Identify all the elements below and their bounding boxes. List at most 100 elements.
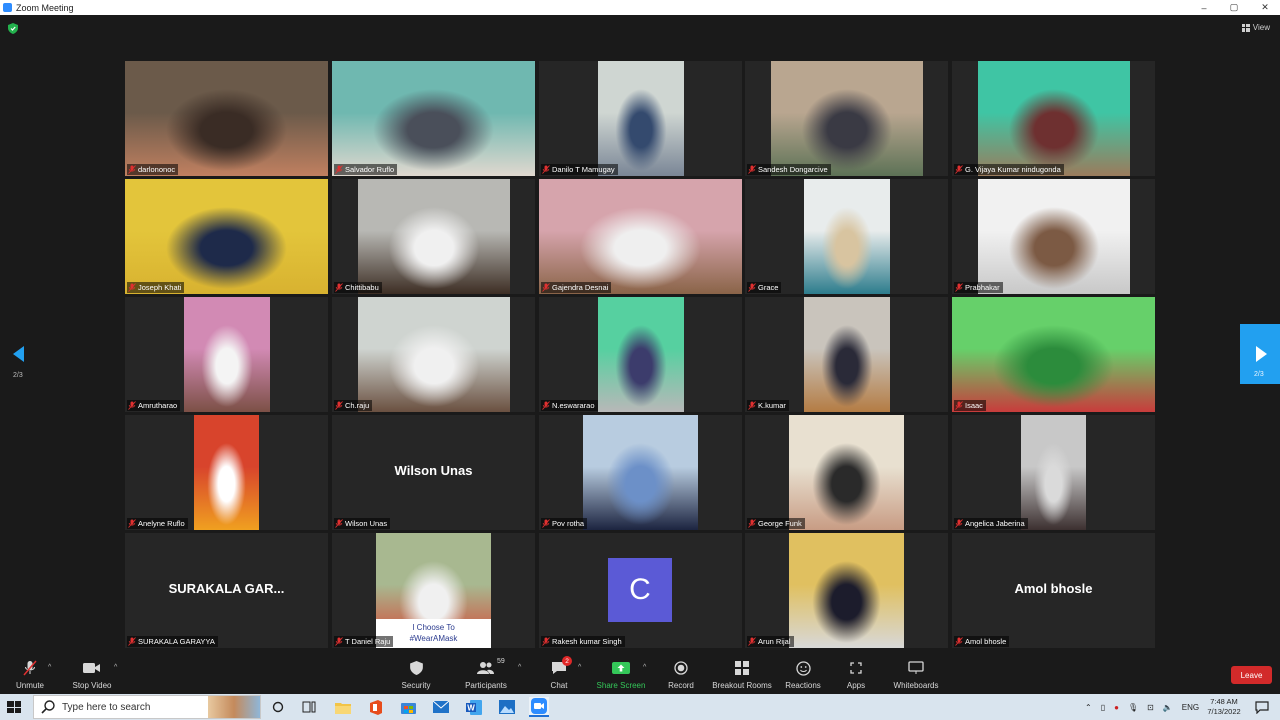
- participant-name: Angelica Jaberina: [965, 519, 1025, 528]
- participant-tile[interactable]: Salvador Ruflo: [332, 61, 535, 176]
- security-shield-icon: [407, 660, 425, 676]
- whiteboards-button[interactable]: Whiteboards: [881, 660, 951, 690]
- encryption-shield-icon[interactable]: [8, 23, 18, 34]
- task-view-icon[interactable]: [299, 697, 319, 717]
- video-options-caret[interactable]: ^: [114, 664, 122, 671]
- participant-tile[interactable]: Gajendra Desnai: [539, 179, 742, 294]
- participant-tile[interactable]: Wilson Unas Wilson Unas: [332, 415, 535, 530]
- participant-name: Grace: [758, 283, 779, 292]
- muted-mic-icon: [955, 637, 963, 646]
- volume-tray-icon[interactable]: 🔈: [1163, 703, 1173, 712]
- participant-name-label: Amol bhosle: [954, 636, 1010, 647]
- muted-mic-icon: [542, 519, 550, 528]
- participant-name-label: Danilo T Mamugay: [541, 164, 618, 175]
- clock-date: 7/13/2022: [1207, 707, 1241, 716]
- participant-name-label: SURAKALA GARAYYA: [127, 636, 218, 647]
- participants-button[interactable]: 59 Participants: [451, 658, 521, 690]
- participant-tile[interactable]: Amol bhosle Amol bhosle: [952, 533, 1155, 648]
- taskbar-clock[interactable]: 7:48 AM 7/13/2022: [1203, 697, 1245, 717]
- participant-name: Sandesh Dongarcive: [758, 165, 828, 174]
- participant-name: Chittibabu: [345, 283, 379, 292]
- breakout-rooms-button[interactable]: Breakout Rooms: [707, 660, 777, 690]
- microsoft-store-icon[interactable]: [398, 697, 418, 717]
- participant-avatar: C: [608, 558, 672, 622]
- mail-icon[interactable]: [431, 697, 451, 717]
- clock-time: 7:48 AM: [1210, 697, 1238, 706]
- zoom-taskbar-icon[interactable]: [529, 697, 549, 717]
- maximize-button[interactable]: ▢: [1219, 0, 1249, 15]
- participant-name: Isaac: [965, 401, 983, 410]
- participant-tile[interactable]: darlononoc: [125, 61, 328, 176]
- participant-tile[interactable]: SURAKALA GAR... SURAKALA GARAYYA: [125, 533, 328, 648]
- participant-tile[interactable]: I Choose To #WearAMask T Daniel Raju: [332, 533, 535, 648]
- search-input[interactable]: [62, 701, 202, 713]
- participant-name: K.kumar: [758, 401, 786, 410]
- muted-mic-icon: [748, 165, 756, 174]
- security-button[interactable]: Security: [381, 660, 451, 690]
- participant-video-feed: [125, 61, 328, 176]
- muted-mic-icon: [128, 637, 136, 646]
- participant-tile[interactable]: Amrutharao: [125, 297, 328, 412]
- participant-video-feed: [978, 61, 1130, 176]
- next-page-button[interactable]: 2/3: [1240, 324, 1280, 384]
- chat-options-caret[interactable]: ^: [578, 664, 586, 671]
- participant-tile[interactable]: Angelica Jaberina: [952, 415, 1155, 530]
- svg-text:W: W: [467, 703, 475, 712]
- microphone-tray-icon[interactable]: 🎙: [1128, 703, 1138, 712]
- app-tray-icon[interactable]: ●: [1114, 703, 1119, 712]
- participant-tile[interactable]: G. Vijaya Kumar nindugonda: [952, 61, 1155, 176]
- participant-tile[interactable]: Anelyne Ruflo: [125, 415, 328, 530]
- zoom-meeting-window: Zoom Meeting – ▢ ✕ View darlononoc Salvad…: [0, 0, 1280, 720]
- participant-tile[interactable]: Pov rotha: [539, 415, 742, 530]
- file-explorer-icon[interactable]: [333, 697, 353, 717]
- participant-tile[interactable]: K.kumar: [745, 297, 948, 412]
- participant-tile[interactable]: Ch.raju: [332, 297, 535, 412]
- participant-video-feed: [771, 61, 923, 176]
- record-label: Record: [668, 681, 694, 690]
- audio-options-caret[interactable]: ^: [48, 664, 56, 671]
- muted-mic-icon: [955, 283, 963, 292]
- participant-name: N.eswararao: [552, 401, 595, 410]
- word-icon[interactable]: W: [464, 697, 484, 717]
- participant-name: George Funk: [758, 519, 802, 528]
- photos-icon[interactable]: [497, 697, 517, 717]
- participant-name-label: Joseph Khati: [127, 282, 185, 293]
- zoom-app-icon: [3, 3, 12, 12]
- participant-tile[interactable]: N.eswararao: [539, 297, 742, 412]
- show-hidden-icons-chevron[interactable]: ⌃: [1085, 703, 1092, 712]
- whiteboard-icon: [907, 660, 925, 676]
- cortana-icon[interactable]: [268, 697, 288, 717]
- network-tray-icon[interactable]: ⊡: [1147, 703, 1154, 712]
- participant-name: Joseph Khati: [138, 283, 182, 292]
- participant-tile[interactable]: Sandesh Dongarcive: [745, 61, 948, 176]
- participant-tile[interactable]: C Rakesh kumar Singh: [539, 533, 742, 648]
- view-button[interactable]: View: [1241, 23, 1270, 32]
- participant-tile[interactable]: Danilo T Mamugay: [539, 61, 742, 176]
- participant-tile[interactable]: Joseph Khati: [125, 179, 328, 294]
- minimize-button[interactable]: –: [1189, 0, 1219, 15]
- participant-tile[interactable]: George Funk: [745, 415, 948, 530]
- language-indicator[interactable]: ENG: [1182, 703, 1199, 712]
- battery-tray-icon[interactable]: ▯: [1101, 703, 1105, 712]
- participant-tile[interactable]: Chittibabu: [332, 179, 535, 294]
- notifications-icon[interactable]: [1252, 697, 1272, 717]
- participants-icon: 59: [477, 658, 505, 676]
- leave-button[interactable]: Leave: [1231, 666, 1272, 684]
- participant-name: G. Vijaya Kumar nindugonda: [965, 165, 1061, 174]
- taskbar-search-box[interactable]: [33, 695, 261, 719]
- muted-mic-icon: [128, 165, 136, 174]
- record-icon: [672, 660, 690, 676]
- security-label: Security: [401, 681, 431, 690]
- muted-mic-icon: [335, 519, 343, 528]
- apps-label: Apps: [846, 681, 866, 690]
- muted-mic-icon: [335, 637, 343, 646]
- participant-tile[interactable]: Isaac: [952, 297, 1155, 412]
- participant-tile[interactable]: Prabhakar: [952, 179, 1155, 294]
- windows-start-icon[interactable]: [4, 698, 24, 716]
- participant-video-feed: [539, 179, 742, 294]
- participant-tile[interactable]: Arun Rijal: [745, 533, 948, 648]
- participant-tile[interactable]: Grace: [745, 179, 948, 294]
- close-button[interactable]: ✕: [1250, 0, 1280, 15]
- office-icon[interactable]: [366, 697, 386, 717]
- record-button[interactable]: Record: [646, 660, 716, 690]
